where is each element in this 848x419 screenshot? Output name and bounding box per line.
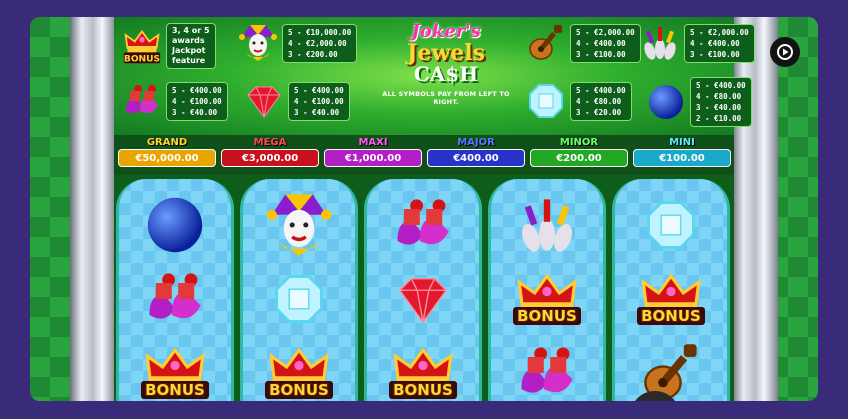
paytable-joker: 5 - €10,000.00 4 - €2,000.00 3 - €200.00 (238, 23, 358, 63)
bonus-label: BONUS (389, 381, 457, 399)
pay-direction-note: ALL SYMBOLS PAY FROM LEFT TO RIGHT. (382, 90, 510, 106)
reel-cell (119, 261, 231, 337)
jackpot-value: €400.00 (427, 149, 525, 167)
mandolin-payouts: 5 - €2,000.00 4 - €400.00 3 - €100.00 (570, 23, 641, 63)
joker-icon (266, 194, 332, 256)
jackpot-value: €1,000.00 (324, 149, 422, 167)
jackpot-value: €100.00 (633, 149, 731, 167)
bonus-crown-icon: BONUS (491, 261, 603, 337)
reel-3[interactable]: BONUS (364, 179, 482, 401)
reel-4[interactable]: BONUS (488, 179, 606, 401)
reel-cell (119, 187, 231, 263)
blue-ball-icon (147, 197, 203, 253)
ruby-payouts: 5 - €400.00 4 - €100.00 3 - €40.00 (288, 81, 350, 121)
jackpot-name: MINOR (559, 137, 599, 148)
jackpot-value: €200.00 (530, 149, 628, 167)
diamond-icon (526, 81, 566, 121)
bonus-crown-icon: BONUS (615, 261, 727, 337)
jackpot-grand: GRAND €50,000.00 (118, 137, 216, 167)
pins-payouts: 5 - €2,000.00 4 - €400.00 3 - €100.00 (684, 23, 755, 63)
bonus-label: BONUS (141, 381, 209, 399)
paytable-ball: 5 - €400.00 4 - €80.00 3 - €40.00 2 - €1… (646, 77, 752, 127)
paytable: BONUS 3, 4 or 5 awards Jackpot feature 5… (114, 17, 755, 135)
bonus-label: BONUS (637, 307, 705, 325)
paytable-mandolin: 5 - €2,000.00 4 - €400.00 3 - €100.00 (526, 23, 641, 63)
reel-cell (367, 187, 479, 263)
reel-cell (367, 261, 479, 337)
reel-1[interactable]: BONUS (116, 179, 234, 401)
diamond-icon (647, 201, 695, 249)
paytable-diamond: 5 - €400.00 4 - €80.00 3 - €20.00 (526, 81, 632, 121)
jackpot-value: €50,000.00 (118, 149, 216, 167)
reel-cell (243, 187, 355, 263)
left-pillar (70, 17, 116, 401)
logo-line-3: CA$H (413, 62, 479, 86)
reel-cell (243, 261, 355, 337)
game-logo: Joker's Jewels CA$H ALL SYMBOLS PAY FROM… (376, 21, 516, 106)
jackpot-name: MAXI (358, 137, 388, 148)
ball-payouts: 5 - €400.00 4 - €80.00 3 - €40.00 2 - €1… (690, 77, 752, 127)
joker-icon (238, 23, 278, 63)
reel-2[interactable]: BONUS (240, 179, 358, 401)
jackpot-name: MEGA (253, 137, 287, 148)
play-circle-icon (777, 44, 793, 60)
jackpot-mini: MINI €100.00 (633, 137, 731, 167)
jester-shoes-icon (521, 347, 573, 393)
ruby-icon (244, 81, 284, 121)
bonus-crown-icon: BONUS (119, 335, 231, 401)
paytable-shoes: 5 - €400.00 4 - €100.00 3 - €40.00 (122, 81, 228, 121)
jackpot-mega: MEGA €3,000.00 (221, 137, 319, 167)
diamond-payouts: 5 - €400.00 4 - €80.00 3 - €20.00 (570, 81, 632, 121)
jackpot-name: MINI (669, 137, 695, 148)
blue-ball-icon (646, 82, 686, 122)
logo-line-1: Joker's (411, 21, 481, 42)
jackpot-major: MAJOR €400.00 (427, 137, 525, 167)
bonus-label: BONUS (265, 381, 333, 399)
jackpot-maxi: MAXI €1,000.00 (324, 137, 422, 167)
juggling-pins-icon (522, 199, 572, 252)
jackpot-value: €3,000.00 (221, 149, 319, 167)
jackpot-bar: GRAND €50,000.00 MEGA €3,000.00 MAXI €1,… (114, 135, 734, 175)
autoplay-button[interactable] (770, 37, 800, 67)
shoes-payouts: 5 - €400.00 4 - €100.00 3 - €40.00 (166, 81, 228, 121)
reel-area: BONUS BONUS BONUS BONUS BONUS (114, 175, 734, 401)
jackpot-name: MAJOR (457, 137, 495, 148)
bonus-description: 3, 4 or 5 awards Jackpot feature (166, 23, 216, 69)
ruby-icon (398, 277, 448, 324)
jester-shoes-icon (122, 81, 162, 121)
reel-cell (491, 187, 603, 263)
reel-5[interactable]: BONUS (612, 179, 730, 401)
mandolin-icon (526, 23, 566, 63)
jackpot-minor: MINOR €200.00 (530, 137, 628, 167)
right-pillar (732, 17, 778, 401)
jester-shoes-icon (397, 199, 449, 245)
joker-payouts: 5 - €10,000.00 4 - €2,000.00 3 - €200.00 (282, 23, 358, 63)
bonus-crown-icon: BONUS (243, 335, 355, 401)
reel-cell (615, 187, 727, 263)
reel-cell (615, 335, 727, 401)
bonus-crown-icon: BONUS (367, 335, 479, 401)
juggling-pins-icon (640, 23, 680, 63)
jackpot-name: GRAND (146, 137, 188, 148)
paytable-bonus: BONUS 3, 4 or 5 awards Jackpot feature (122, 23, 216, 69)
svg-text:BONUS: BONUS (124, 54, 160, 64)
paytable-ruby: 5 - €400.00 4 - €100.00 3 - €40.00 (244, 81, 350, 121)
paytable-pins: 5 - €2,000.00 4 - €400.00 3 - €100.00 (640, 23, 755, 63)
bonus-label: BONUS (513, 307, 581, 325)
logo-line-2: Jewels (406, 40, 486, 66)
diamond-icon (275, 275, 323, 323)
reel-cell (491, 335, 603, 401)
bonus-crown-icon: BONUS (122, 26, 162, 66)
game-frame: BONUS 3, 4 or 5 awards Jackpot feature 5… (30, 17, 818, 401)
jester-shoes-icon (149, 273, 201, 319)
